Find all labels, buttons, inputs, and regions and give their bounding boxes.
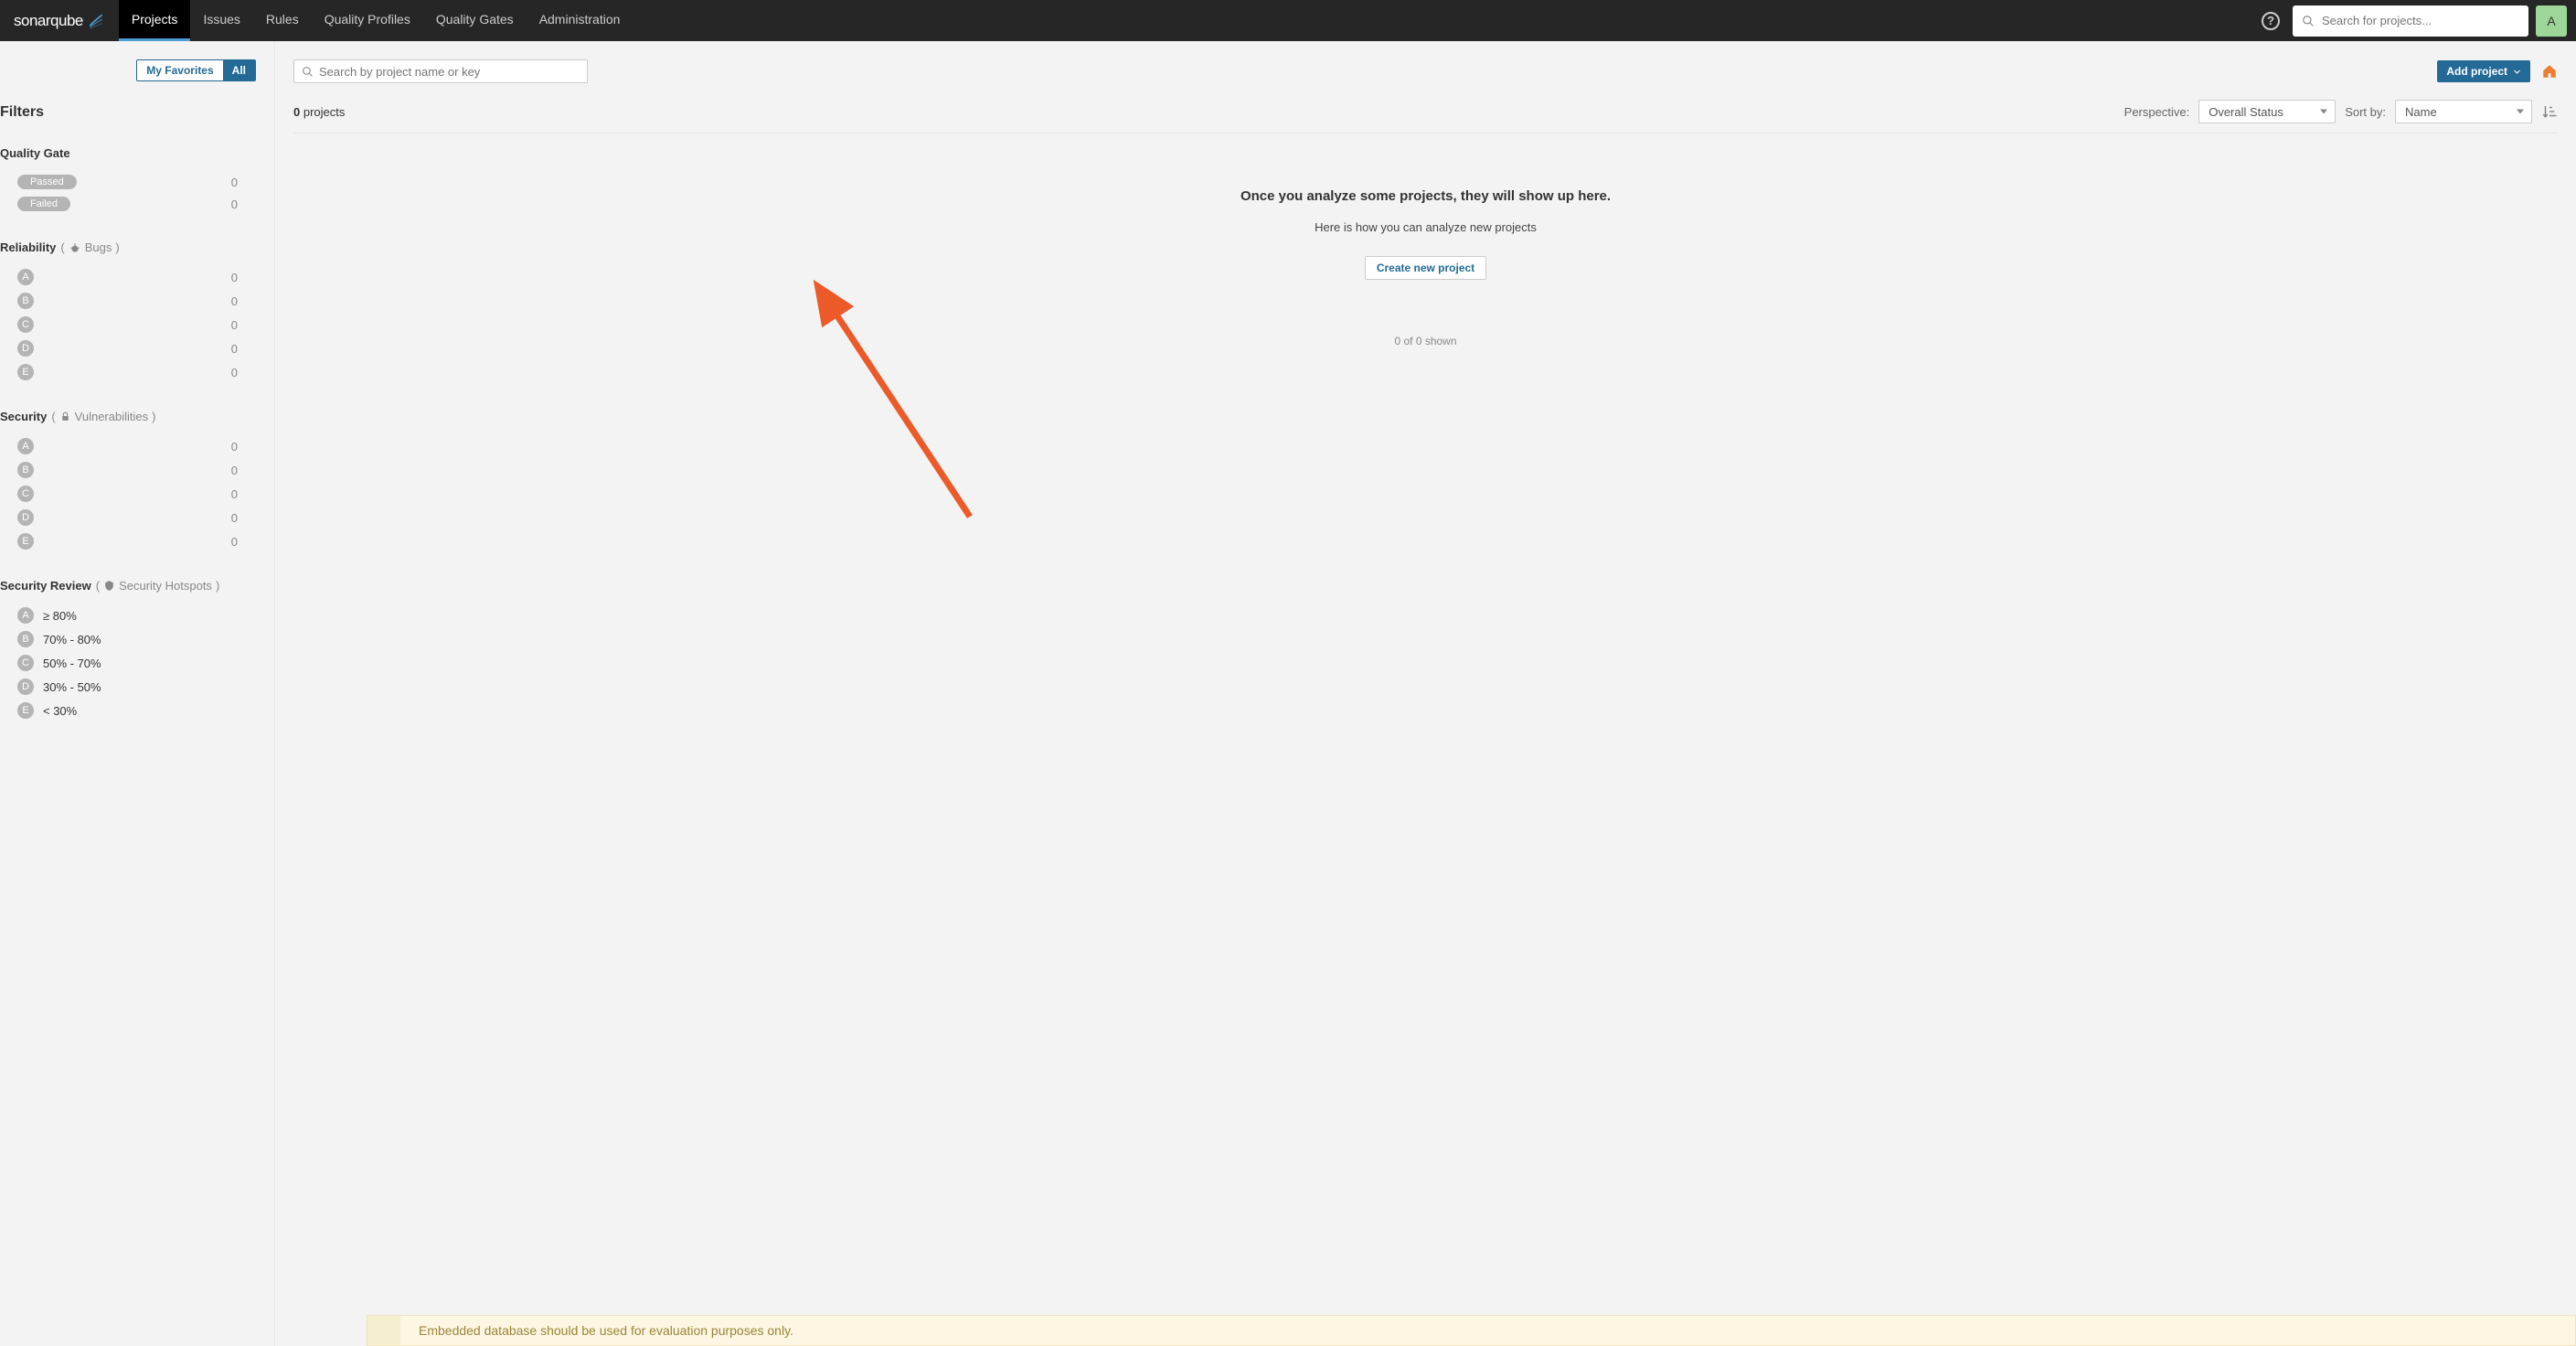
filter-quality-gate: Quality Gate Passed 0 Failed 0 bbox=[0, 146, 256, 215]
sidebar: My Favorites All Filters Quality Gate Pa… bbox=[0, 41, 275, 1346]
eval-warning-banner: Embedded database should be used for eva… bbox=[367, 1315, 2576, 1346]
filter-security-a[interactable]: A0 bbox=[0, 434, 256, 458]
filter-security: Security ( Vulnerabilities ) A0 B0 C0 D0… bbox=[0, 410, 256, 553]
brand-part-a: sonar bbox=[14, 12, 50, 29]
shield-icon bbox=[103, 580, 115, 592]
filter-security-e[interactable]: E0 bbox=[0, 529, 256, 553]
sortby-select[interactable]: Name bbox=[2395, 100, 2532, 123]
filter-reliability: Reliability ( Bugs ) A0 B0 C0 D0 E0 bbox=[0, 240, 256, 384]
filter-security-review-sub: Security Hotspots bbox=[119, 579, 212, 593]
empty-subtitle: Here is how you can analyze new projects bbox=[293, 220, 2558, 234]
filter-quality-gate-failed[interactable]: Failed 0 bbox=[0, 193, 256, 215]
avatar[interactable]: A bbox=[2536, 5, 2567, 37]
add-project-label: Add project bbox=[2446, 65, 2507, 78]
filter-security-review-c[interactable]: C50% - 70% bbox=[0, 651, 256, 675]
lock-icon bbox=[59, 411, 71, 422]
filter-security-sub: Vulnerabilities bbox=[75, 410, 148, 423]
count: 0 bbox=[231, 198, 256, 211]
main-content: Add project 0 projects Perspective: Over… bbox=[275, 41, 2576, 1346]
project-count: 0 projects bbox=[293, 105, 345, 119]
nav-quality-profiles[interactable]: Quality Profiles bbox=[312, 0, 423, 41]
nav-projects[interactable]: Projects bbox=[119, 0, 191, 41]
shown-count: 0 of 0 shown bbox=[293, 335, 2558, 347]
pill-failed: Failed bbox=[17, 197, 70, 211]
nav-rules[interactable]: Rules bbox=[253, 0, 312, 41]
top-navigation: sonarqube Projects Issues Rules Quality … bbox=[0, 0, 2576, 41]
project-search-input[interactable] bbox=[319, 65, 580, 79]
filter-security-review-b[interactable]: B70% - 80% bbox=[0, 627, 256, 651]
filter-reliability-sub: Bugs bbox=[85, 240, 112, 254]
search-icon bbox=[2302, 15, 2315, 27]
sortby-label: Sort by: bbox=[2345, 105, 2386, 119]
empty-title: Once you analyze some projects, they wil… bbox=[293, 188, 2558, 204]
filter-security-review-e[interactable]: E< 30% bbox=[0, 699, 256, 722]
search-icon bbox=[302, 66, 314, 78]
chevron-down-icon bbox=[2513, 68, 2521, 76]
favorites-toggle-my[interactable]: My Favorites bbox=[137, 60, 222, 80]
filter-security-review-title: Security Review bbox=[0, 579, 91, 593]
filter-reliability-a[interactable]: A0 bbox=[0, 265, 256, 289]
filter-security-review: Security Review ( Security Hotspots ) A≥… bbox=[0, 579, 256, 722]
home-icon[interactable] bbox=[2541, 63, 2558, 80]
annotation-arrow-icon bbox=[805, 279, 988, 526]
nav-administration[interactable]: Administration bbox=[527, 0, 633, 41]
sonar-wave-icon bbox=[87, 12, 105, 30]
perspective-select[interactable]: Overall Status bbox=[2198, 100, 2336, 123]
filter-security-b[interactable]: B0 bbox=[0, 458, 256, 482]
project-search[interactable] bbox=[293, 59, 588, 83]
create-new-project-button[interactable]: Create new project bbox=[1365, 256, 1486, 280]
filters-title: Filters bbox=[0, 104, 256, 121]
filter-reliability-c[interactable]: C0 bbox=[0, 313, 256, 336]
empty-state: Once you analyze some projects, they wil… bbox=[293, 134, 2558, 289]
global-search[interactable] bbox=[2293, 5, 2528, 37]
filter-reliability-b[interactable]: B0 bbox=[0, 289, 256, 313]
add-project-button[interactable]: Add project bbox=[2437, 60, 2530, 82]
global-search-input[interactable] bbox=[2322, 14, 2519, 27]
sort-direction-icon[interactable] bbox=[2541, 103, 2558, 120]
favorites-toggle-all[interactable]: All bbox=[223, 60, 255, 80]
filter-reliability-e[interactable]: E0 bbox=[0, 360, 256, 384]
filter-reliability-title: Reliability bbox=[0, 240, 56, 254]
brand-part-b: qube bbox=[50, 12, 83, 29]
filter-quality-gate-passed[interactable]: Passed 0 bbox=[0, 171, 256, 193]
pill-passed: Passed bbox=[17, 175, 77, 189]
eval-warning-text: Embedded database should be used for eva… bbox=[419, 1323, 793, 1338]
favorites-toggle: My Favorites All bbox=[136, 59, 256, 81]
help-icon[interactable]: ? bbox=[2262, 12, 2280, 30]
count: 0 bbox=[231, 176, 256, 189]
filter-reliability-d[interactable]: D0 bbox=[0, 336, 256, 360]
perspective-label: Perspective: bbox=[2124, 105, 2190, 119]
filter-security-title: Security bbox=[0, 410, 47, 423]
nav-issues[interactable]: Issues bbox=[190, 0, 252, 41]
nav-quality-gates[interactable]: Quality Gates bbox=[423, 0, 527, 41]
brand-logo[interactable]: sonarqube bbox=[0, 0, 119, 41]
bug-icon bbox=[69, 241, 81, 254]
filter-security-c[interactable]: C0 bbox=[0, 482, 256, 506]
filter-quality-gate-header: Quality Gate bbox=[0, 146, 256, 160]
filter-security-review-d[interactable]: D30% - 50% bbox=[0, 675, 256, 699]
filter-security-d[interactable]: D0 bbox=[0, 506, 256, 529]
filter-security-review-a[interactable]: A≥ 80% bbox=[0, 604, 256, 627]
